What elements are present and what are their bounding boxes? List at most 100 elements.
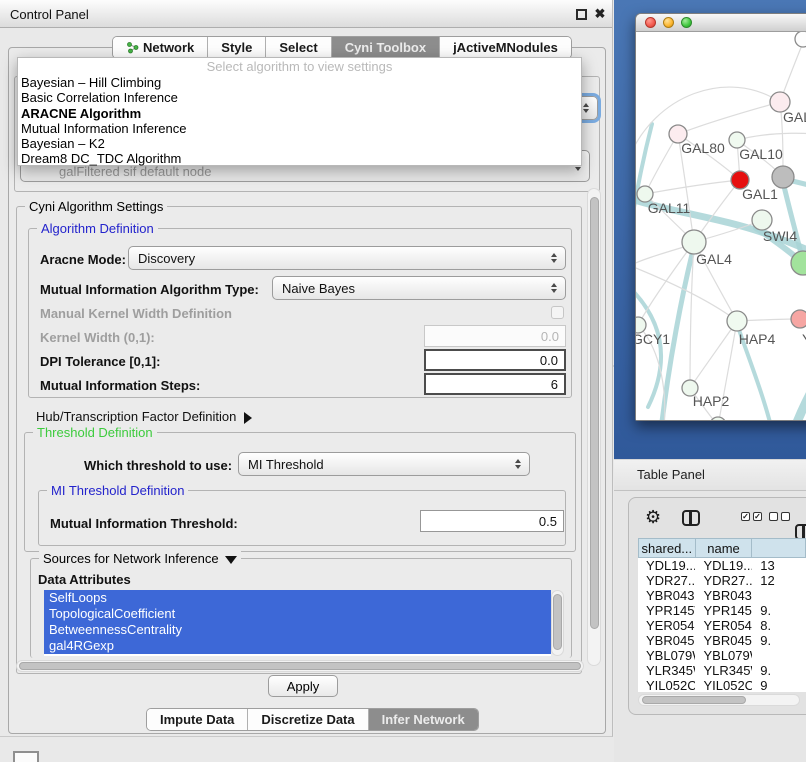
network-view-window[interactable]: GALGAL80GAL10GAL1GAL11SWI4GAL4GCY1HAP4YH…	[635, 13, 806, 421]
attribute-item-betweennesscentrality[interactable]: BetweennessCentrality	[44, 622, 551, 638]
network-node-y[interactable]	[791, 310, 806, 328]
table-cell: YDL19...	[638, 558, 695, 573]
kernel-width-label: Kernel Width (0,1):	[40, 330, 155, 345]
network-edge[interactable]	[645, 134, 678, 194]
mi-threshold-field[interactable]: 0.5	[420, 510, 564, 532]
tab-infer-network[interactable]: Infer Network	[368, 709, 478, 730]
table-row[interactable]: YBL079WYBL079W	[638, 648, 806, 663]
table-cell	[752, 648, 806, 663]
tab-network[interactable]: Network	[113, 37, 207, 58]
attributes-scrollbar-thumb[interactable]	[553, 594, 562, 650]
node-table[interactable]: shared...nameYDL19...YDL19...13YDR27...Y…	[638, 538, 806, 692]
which-threshold-combobox[interactable]: MI Threshold	[238, 452, 530, 476]
hub-definition-toggle[interactable]: Hub/Transcription Factor Definition	[36, 409, 252, 424]
column-header-clipped[interactable]	[752, 538, 806, 558]
column-header-name[interactable]: name	[696, 538, 753, 558]
network-edge[interactable]	[737, 133, 806, 140]
table-panel-title: Table Panel	[637, 467, 705, 482]
table-cell: YBR045C	[695, 633, 752, 648]
tab-label: Infer Network	[382, 712, 465, 727]
table-cell: YBR043C	[638, 588, 695, 603]
stepper-arrows-icon	[551, 253, 557, 263]
table-row[interactable]: YBR045CYBR045C9.	[638, 633, 806, 648]
table-header-row: shared...name	[638, 538, 806, 558]
network-node-hap4[interactable]	[727, 311, 747, 331]
network-window-titlebar[interactable]	[636, 14, 806, 32]
network-edge[interactable]	[690, 321, 737, 388]
close-button[interactable]	[645, 17, 656, 28]
settings-horizontal-scrollbar[interactable]	[16, 660, 584, 672]
table-row[interactable]: YBR043CYBR043C	[638, 588, 806, 603]
which-threshold-label: Which threshold to use:	[84, 458, 232, 473]
stepper-arrows-icon	[583, 103, 589, 113]
network-node[interactable]	[795, 32, 806, 47]
stepper-arrows-icon	[551, 283, 557, 293]
deselect-all-columns-icon[interactable]	[769, 512, 790, 521]
mi-type-combobox[interactable]: Naive Bayes	[272, 276, 566, 300]
threshold-definition-title: Threshold Definition	[33, 425, 157, 440]
minimized-panel-icon[interactable]	[13, 751, 39, 762]
aracne-mode-combobox[interactable]: Discovery	[128, 246, 566, 270]
table-row[interactable]: YER054CYER054C8.	[638, 618, 806, 633]
table-cell: YER054C	[695, 618, 752, 633]
attribute-item-gal4rgexp[interactable]: gal4RGexp	[44, 638, 551, 654]
settings-hscrollbar-thumb[interactable]	[19, 662, 581, 670]
float-window-icon[interactable]	[576, 9, 587, 20]
table-horizontal-scrollbar[interactable]	[638, 694, 800, 706]
algorithm-option-dream8-dc-tdc-algorithm[interactable]: Dream8 DC_TDC Algorithm	[18, 151, 581, 166]
minimize-button[interactable]	[663, 17, 674, 28]
table-row[interactable]: YPR145WYPR145W9.	[638, 603, 806, 618]
network-edge[interactable]	[645, 180, 740, 194]
gear-icon[interactable]: ⚙	[645, 508, 661, 526]
network-edge[interactable]	[678, 102, 780, 134]
dpi-tolerance-field[interactable]: 0.0	[424, 349, 566, 371]
mi-steps-field[interactable]: 6	[424, 373, 566, 395]
node-label-gal4: GAL4	[696, 251, 732, 267]
algorithm-option-bayesian-k2[interactable]: Bayesian – K2	[18, 136, 581, 151]
tab-select[interactable]: Select	[265, 37, 330, 58]
data-attributes-list[interactable]: SelfLoopsTopologicalCoefficientBetweenne…	[44, 590, 551, 656]
apply-button[interactable]: Apply	[268, 675, 338, 697]
settings-vscrollbar-thumb[interactable]	[590, 197, 599, 629]
tab-jactivemnodules[interactable]: jActiveMNodules	[439, 37, 571, 58]
column-header-shared-[interactable]: shared...	[638, 538, 696, 558]
close-panel-icon[interactable]: ✖	[594, 8, 606, 20]
table-row[interactable]: YDR27...YDR27...12	[638, 573, 806, 588]
table-row[interactable]: YDL19...YDL19...13	[638, 558, 806, 573]
attribute-item-selfloops[interactable]: SelfLoops	[44, 590, 551, 606]
table-hscrollbar-thumb[interactable]	[642, 696, 746, 704]
algorithm-option-aracne-algorithm[interactable]: ARACNE Algorithm	[18, 106, 581, 121]
kernel-width-field[interactable]: 0.0	[424, 325, 566, 347]
algorithm-option-mutual-information-inference[interactable]: Mutual Information Inference	[18, 121, 581, 136]
settings-vertical-scrollbar[interactable]	[587, 188, 601, 666]
network-canvas[interactable]: GALGAL80GAL10GAL1GAL11SWI4GAL4GCY1HAP4YH…	[636, 32, 806, 420]
select-all-columns-icon[interactable]: ✓✓	[741, 512, 762, 521]
manual-kernel-checkbox[interactable]	[551, 306, 564, 319]
network-node[interactable]	[710, 417, 726, 420]
data-attributes-label: Data Attributes	[38, 572, 131, 587]
sources-group-title[interactable]: Sources for Network Inference	[39, 551, 241, 566]
tab-discretize-data[interactable]: Discretize Data	[247, 709, 367, 730]
attributes-list-scrollbar[interactable]	[551, 590, 564, 656]
table-cell: 9.	[752, 663, 806, 678]
zoom-button[interactable]	[681, 17, 692, 28]
table-row[interactable]: YLR345WYLR345W9.	[638, 663, 806, 678]
tab-impute-data[interactable]: Impute Data	[147, 709, 247, 730]
tab-label: Select	[279, 40, 317, 55]
node-label-gal: GAL	[783, 109, 806, 125]
collapsed-arrow-icon	[244, 412, 252, 424]
algorithm-option-basic-correlation-inference[interactable]: Basic Correlation Inference	[18, 90, 581, 105]
table-cell: YDL19...	[695, 558, 752, 573]
tab-label: Cyni Toolbox	[345, 40, 426, 55]
tab-style[interactable]: Style	[207, 37, 265, 58]
attribute-item-topologicalcoefficient[interactable]: TopologicalCoefficient	[44, 606, 551, 622]
columns-icon[interactable]	[682, 510, 700, 526]
tab-cyni-toolbox[interactable]: Cyni Toolbox	[331, 37, 439, 58]
algorithm-option-bayesian-hill-climbing[interactable]: Bayesian – Hill Climbing	[18, 75, 581, 90]
network-node-swi4[interactable]	[752, 210, 772, 230]
tab-label: Impute Data	[160, 712, 234, 727]
popup-item-list: Bayesian – Hill ClimbingBasic Correlatio…	[18, 75, 581, 167]
table-cell: YBR045C	[638, 633, 695, 648]
network-node[interactable]	[772, 166, 794, 188]
table-row[interactable]: YIL052CYIL052C9	[638, 678, 806, 692]
